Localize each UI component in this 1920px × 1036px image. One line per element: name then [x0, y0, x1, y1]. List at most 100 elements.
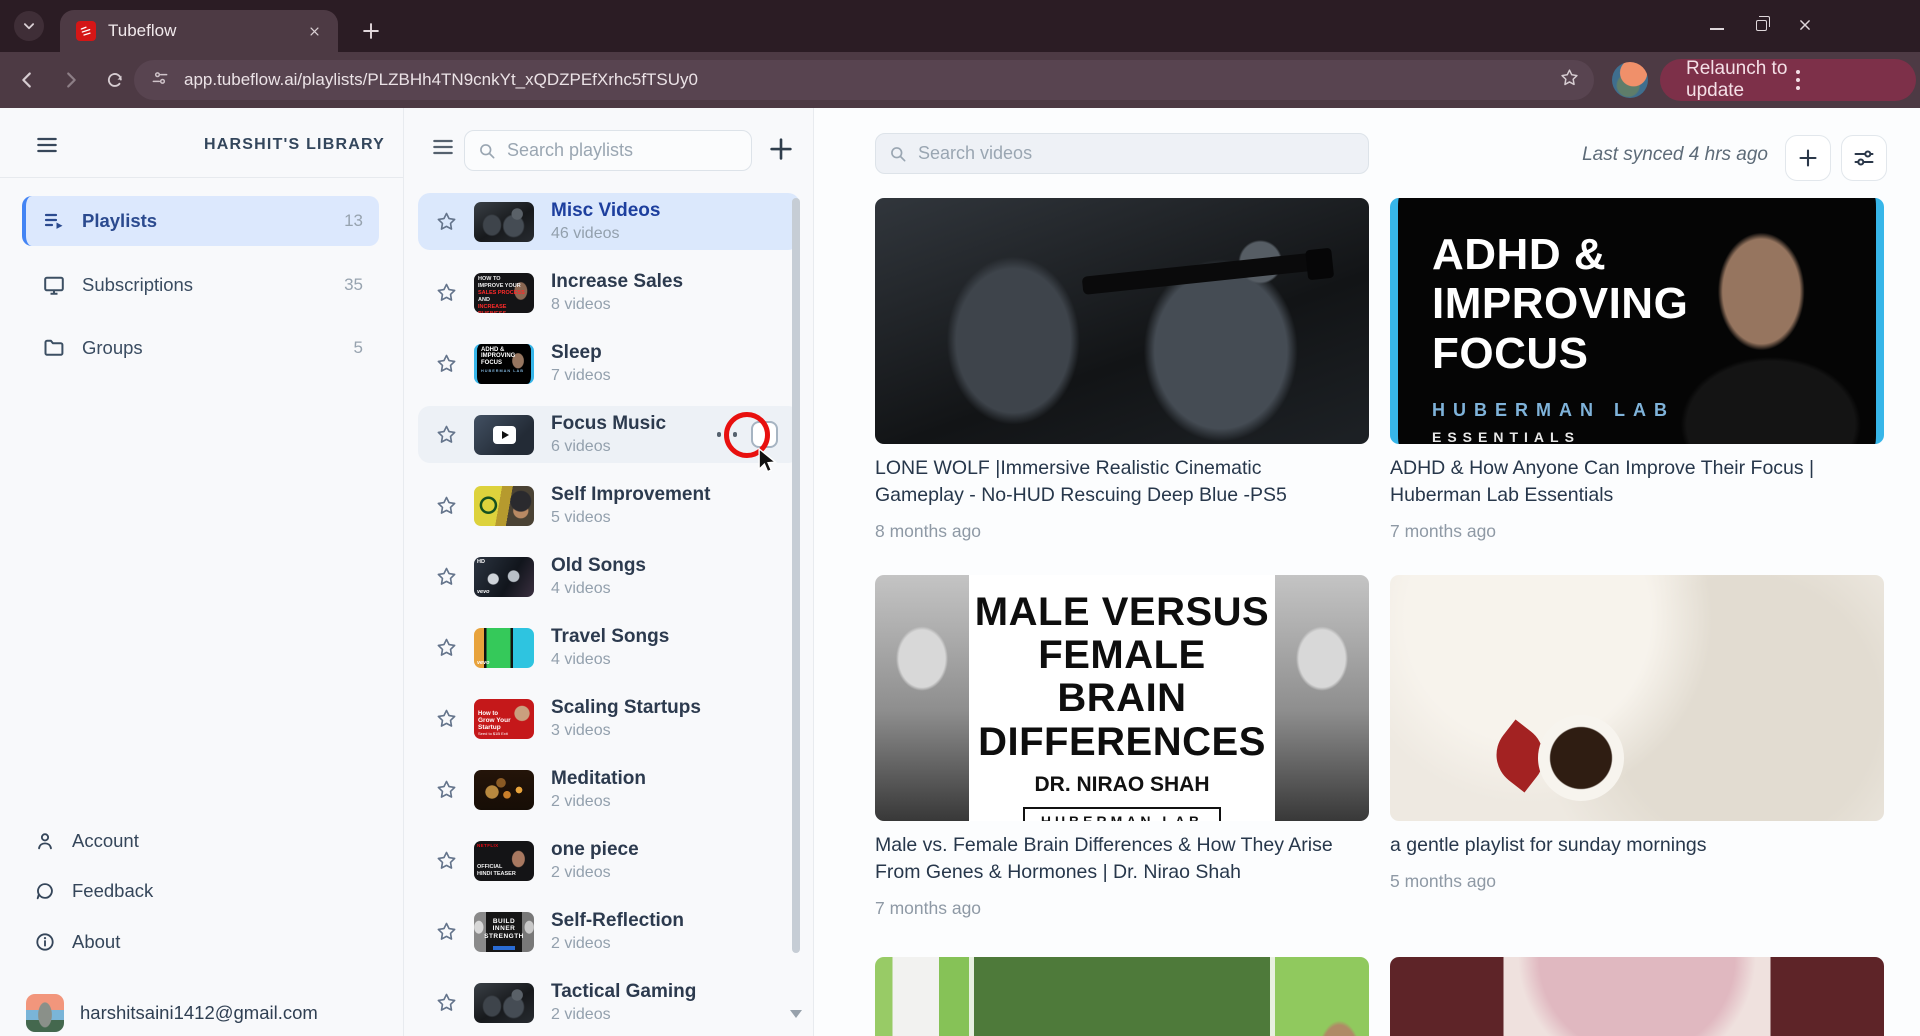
user-profile[interactable]: harshitsaini1412@gmail.com — [26, 994, 318, 1032]
add-playlist-button[interactable] — [766, 134, 796, 164]
playlist-name: Misc Videos — [551, 200, 790, 222]
close-button[interactable] — [1790, 10, 1820, 40]
playlist-name: Travel Songs — [551, 626, 790, 648]
playlists-icon — [42, 209, 66, 233]
playlist-count: 46 videos — [551, 225, 790, 243]
playlist-thumbnail — [474, 983, 534, 1023]
favorite-star-icon[interactable] — [435, 210, 458, 233]
favorite-star-icon[interactable] — [435, 707, 458, 730]
playlist-thumbnail — [474, 770, 534, 810]
video-card[interactable] — [1390, 957, 1884, 1036]
sidebar-item-about[interactable]: About — [34, 931, 120, 953]
sidebar-item-feedback[interactable]: Feedback — [34, 880, 153, 902]
favorite-star-icon[interactable] — [435, 494, 458, 517]
playlist-scrollbar[interactable] — [792, 198, 800, 953]
tab-search-button[interactable] — [14, 11, 44, 41]
profile-avatar[interactable] — [1612, 62, 1648, 98]
bookmark-star-icon[interactable] — [1559, 67, 1580, 93]
back-icon[interactable] — [10, 63, 44, 97]
new-tab-button[interactable] — [356, 16, 386, 46]
video-card[interactable]: ADHD & IMPROVING FOCUS HUBERMAN LAB ESSE… — [1390, 198, 1884, 542]
male-portrait-glasses — [1275, 575, 1369, 821]
playlist-count: 7 videos — [551, 367, 790, 385]
playlist-item-increase-sales[interactable]: HOW TO IMPROVE YOUR SALES PROCESS AND IN… — [418, 264, 800, 321]
favorite-star-icon[interactable] — [435, 636, 458, 659]
video-thumbnail[interactable]: ADHD & IMPROVING FOCUS HUBERMAN LAB ESSE… — [1390, 198, 1884, 444]
favorite-star-icon[interactable] — [435, 849, 458, 872]
playlist-item-old-songs[interactable]: HD vevo Old Songs4 videos — [418, 548, 800, 605]
video-thumbnail[interactable] — [1390, 957, 1884, 1036]
favorite-star-icon[interactable] — [435, 565, 458, 588]
video-age: 7 months ago — [1390, 521, 1884, 542]
playlist-item-self-improvement[interactable]: Self Improvement5 videos — [418, 477, 800, 534]
video-card[interactable] — [875, 957, 1369, 1036]
playlist-search-input[interactable] — [507, 140, 739, 161]
video-thumbnail[interactable]: MALE VERSUS FEMALE BRAIN DIFFERENCES DR.… — [875, 575, 1369, 821]
playlist-item-tactical-gaming[interactable]: Tactical Gaming2 videos — [418, 974, 800, 1031]
sidebar-item-label: Playlists — [82, 210, 344, 232]
sidebar-item-playlists[interactable]: Playlists 13 — [22, 196, 379, 246]
panel-menu-icon[interactable] — [430, 134, 456, 160]
video-card[interactable]: LONE WOLF |Immersive Realistic Cinematic… — [875, 198, 1369, 542]
playlist-name: Focus Music — [551, 413, 717, 435]
playlist-thumbnail: How to Grow Your Startup Seed to $1B Exi… — [474, 699, 534, 739]
playlist-name: Self-Reflection — [551, 910, 790, 932]
favorite-star-icon[interactable] — [435, 920, 458, 943]
about-info-icon — [34, 931, 56, 953]
playlist-count: 4 videos — [551, 580, 790, 598]
user-email: harshitsaini1412@gmail.com — [80, 1002, 318, 1024]
video-age: 5 months ago — [1390, 871, 1884, 892]
browser-tab[interactable]: Tubeflow — [60, 10, 338, 52]
forward-icon[interactable] — [54, 63, 88, 97]
maximize-button[interactable] — [1746, 10, 1776, 40]
favorite-star-icon[interactable] — [435, 991, 458, 1014]
male-portrait — [875, 575, 969, 821]
filter-button[interactable] — [1841, 135, 1887, 181]
sidebar-item-groups[interactable]: Groups 5 — [22, 323, 379, 373]
reload-icon[interactable] — [98, 63, 132, 97]
video-thumbnail[interactable] — [875, 957, 1369, 1036]
site-info-icon[interactable] — [150, 68, 170, 93]
video-search-input[interactable] — [918, 143, 1356, 164]
video-search[interactable] — [875, 133, 1369, 174]
playlist-item-misc-videos[interactable]: Misc Videos 46 videos — [418, 193, 800, 250]
sidebar-menu-icon[interactable] — [34, 132, 60, 158]
video-title[interactable]: ADHD & How Anyone Can Improve Their Focu… — [1390, 455, 1870, 509]
minimize-button[interactable] — [1702, 10, 1732, 40]
tab-close-icon[interactable] — [304, 21, 324, 41]
video-card[interactable]: MALE VERSUS FEMALE BRAIN DIFFERENCES DR.… — [875, 575, 1369, 919]
playlist-item-one-piece[interactable]: NETFLIX OFFICIALHINDI TEASER one piece2 … — [418, 832, 800, 889]
favorite-star-icon[interactable] — [435, 423, 458, 446]
sidebar-item-subscriptions[interactable]: Subscriptions 35 — [22, 260, 379, 310]
video-title[interactable]: LONE WOLF |Immersive Realistic Cinematic… — [875, 455, 1355, 509]
sidebar-item-label: About — [72, 931, 120, 953]
video-age: 7 months ago — [875, 898, 1369, 919]
mouse-cursor-icon — [752, 446, 780, 478]
playlist-search[interactable] — [464, 130, 752, 171]
sidebar-item-account[interactable]: Account — [34, 830, 139, 852]
browser-menu-icon[interactable] — [1788, 66, 1906, 94]
playlist-item-scaling-startups[interactable]: How to Grow Your Startup Seed to $1B Exi… — [418, 690, 800, 747]
scrollbar-down-arrow-icon[interactable] — [790, 1010, 802, 1018]
playlist-item-self-reflection[interactable]: BUILD INNER STRENGTH Self-Reflection2 vi… — [418, 903, 800, 960]
video-thumbnail-coffee[interactable] — [1390, 575, 1884, 821]
video-title[interactable]: Male vs. Female Brain Differences & How … — [875, 832, 1355, 886]
sidebar: HARSHIT'S LIBRARY Playlists 13 Subscript… — [0, 108, 404, 1036]
playlist-item-sleep[interactable]: ADHD & IMPROVING FOCUS HUBERMAN LAB Slee… — [418, 335, 800, 392]
playlist-thumbnail: HOW TO IMPROVE YOUR SALES PROCESS AND IN… — [474, 273, 534, 313]
video-title[interactable]: a gentle playlist for sunday mornings — [1390, 832, 1870, 859]
playlist-thumbnail — [474, 202, 534, 242]
favorite-star-icon[interactable] — [435, 352, 458, 375]
add-video-button[interactable] — [1785, 135, 1831, 181]
playlist-item-meditation[interactable]: Meditation2 videos — [418, 761, 800, 818]
video-thumbnail[interactable] — [875, 198, 1369, 444]
playlist-name: Sleep — [551, 342, 790, 364]
relaunch-button[interactable]: Relaunch to update — [1660, 59, 1916, 101]
account-person-icon — [34, 830, 56, 852]
playlist-name: one piece — [551, 839, 790, 861]
video-card[interactable]: a gentle playlist for sunday mornings 5 … — [1390, 575, 1884, 892]
favorite-star-icon[interactable] — [435, 778, 458, 801]
favorite-star-icon[interactable] — [435, 281, 458, 304]
url-bar[interactable]: app.tubeflow.ai/playlists/PLZBHh4TN9cnkY… — [134, 60, 1594, 100]
playlist-item-travel-songs[interactable]: vevo Travel Songs4 videos — [418, 619, 800, 676]
